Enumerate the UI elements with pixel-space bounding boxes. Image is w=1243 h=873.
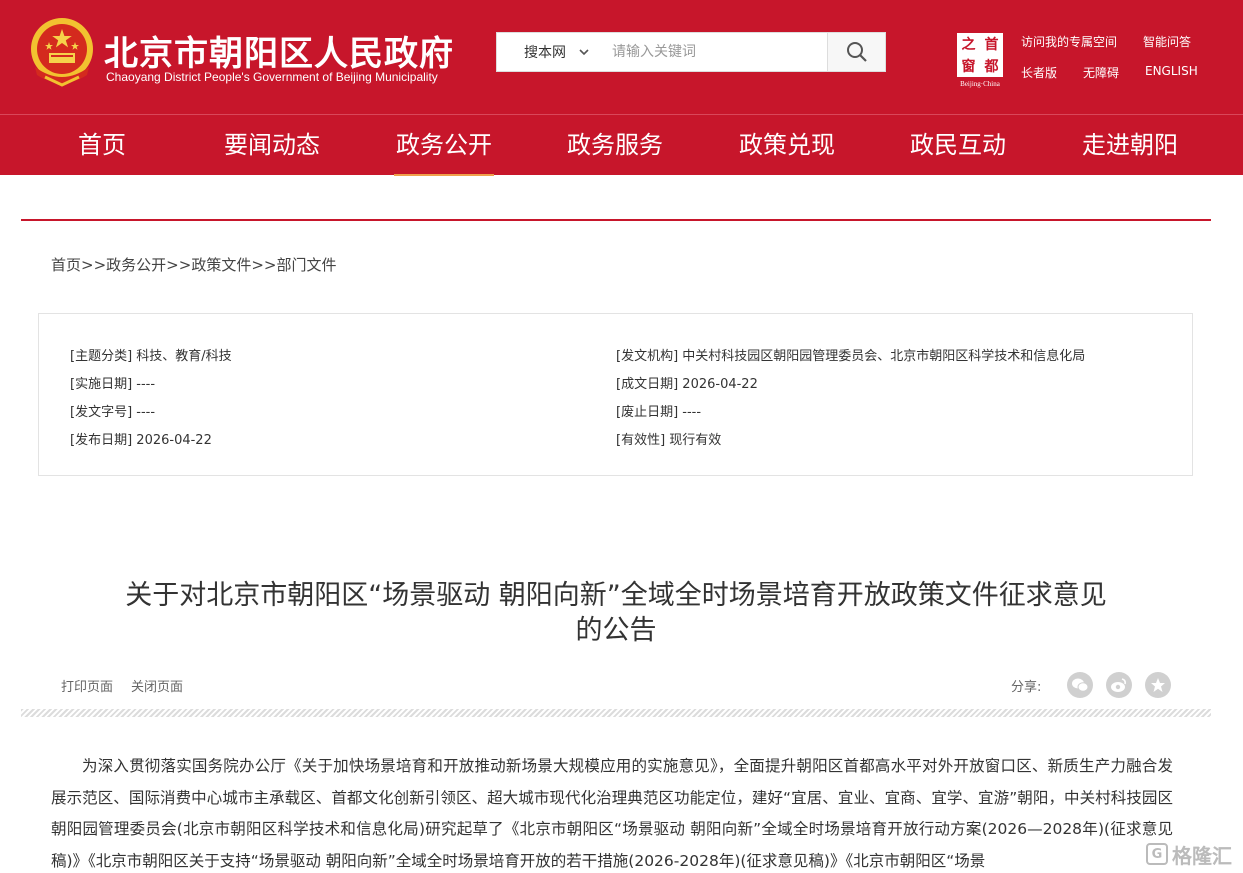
capital-logo-caption: Beijing·China — [960, 80, 1000, 88]
accessibility-link[interactable]: 无障碍 — [1083, 64, 1119, 81]
meta-value: 现行有效 — [669, 433, 722, 448]
meta-value: 2026-04-22 — [136, 433, 212, 448]
nav-item-interaction[interactable]: 政民互动 — [910, 115, 1006, 175]
search-scope-label: 搜本网 — [524, 45, 566, 61]
meta-value: ---- — [136, 405, 156, 420]
share-label: 分享: — [1011, 680, 1042, 695]
section-divider — [21, 219, 1211, 221]
wechat-icon[interactable] — [1067, 672, 1093, 698]
meta-effective-date: [实施日期] ---- — [70, 373, 155, 392]
document-meta-box: [主题分类] 科技、教育/科技 [发文机构] 中关村科技园区朝阳园管理委员会、北… — [38, 313, 1193, 476]
meta-value: ---- — [136, 377, 156, 392]
meta-key: [发布日期] — [70, 433, 133, 448]
capital-logo-char: 都 — [984, 59, 999, 75]
breadcrumb-separator: >> — [81, 256, 107, 274]
capital-window-logo[interactable]: 之 首 窗 都 Beijing·China — [952, 31, 1008, 89]
search-bar: 搜本网 — [496, 32, 886, 72]
nav-item-home[interactable]: 首页 — [78, 115, 126, 175]
nav-item-gov-services[interactable]: 政务服务 — [567, 115, 663, 175]
capital-logo-char: 首 — [984, 37, 999, 53]
meta-key: [废止日期] — [616, 405, 679, 420]
meta-doc-number: [发文字号] ---- — [70, 401, 155, 420]
meta-value: 2026-04-22 — [682, 377, 758, 392]
breadcrumb-dept-files[interactable]: 部门文件 — [276, 256, 336, 274]
watermark-logo-icon: G — [1146, 843, 1168, 865]
meta-key: [实施日期] — [70, 377, 133, 392]
wechat-glyph — [1072, 678, 1089, 692]
meta-value: 科技、教育/科技 — [136, 349, 232, 364]
breadcrumb-separator: >> — [251, 256, 277, 274]
national-emblem-icon[interactable] — [27, 15, 97, 91]
hatched-divider — [21, 709, 1211, 717]
capital-logo-char: 窗 — [961, 59, 976, 75]
print-page-link[interactable]: 打印页面 — [61, 676, 113, 695]
favorite-icon[interactable] — [1145, 672, 1171, 698]
article-title-line: 关于对北京市朝阳区“场景驱动 朝阳向新”全域全时场景培育开放政策文件征求意见 — [125, 580, 1107, 611]
search-button[interactable] — [827, 33, 885, 71]
smart-qa-link[interactable]: 智能问答 — [1143, 33, 1191, 50]
site-header: 北京市朝阳区人民政府 Chaoyang District People's Go… — [0, 0, 1243, 114]
close-page-link[interactable]: 关闭页面 — [131, 676, 183, 695]
weibo-icon[interactable] — [1106, 672, 1132, 698]
article-body-paragraph: 为深入贯彻落实国务院办公厅《关于加快场景培育和开放推动新场景大规模应用的实施意见… — [51, 757, 1173, 870]
search-scope-select[interactable]: 搜本网 — [497, 33, 607, 71]
meta-repeal-date: [废止日期] ---- — [616, 401, 701, 420]
meta-key: [有效性] — [616, 433, 666, 448]
meta-key: [发文机构] — [616, 349, 679, 364]
main-nav: 首页 要闻动态 政务公开 政务服务 政策兑现 政民互动 走进朝阳 — [0, 114, 1243, 176]
breadcrumb: 首页>>政务公开>>政策文件>>部门文件 — [51, 254, 336, 275]
meta-key: [发文字号] — [70, 405, 133, 420]
breadcrumb-gov-affairs[interactable]: 政务公开 — [106, 256, 166, 274]
search-input[interactable] — [612, 33, 827, 71]
my-space-link[interactable]: 访问我的专属空间 — [1021, 33, 1117, 50]
search-icon — [846, 42, 867, 62]
article-title: 关于对北京市朝阳区“场景驱动 朝阳向新”全域全时场景培育开放政策文件征求意见 的… — [60, 578, 1172, 648]
site-subtitle: Chaoyang District People's Government of… — [106, 70, 438, 84]
weibo-glyph — [1111, 678, 1126, 692]
site-title[interactable]: 北京市朝阳区人民政府 — [104, 26, 454, 75]
breadcrumb-policy-files[interactable]: 政策文件 — [191, 256, 251, 274]
meta-key: [成文日期] — [616, 377, 679, 392]
meta-issuer: [发文机构] 中关村科技园区朝阳园管理委员会、北京市朝阳区科学技术和信息化局 — [616, 345, 1085, 364]
meta-key: [主题分类] — [70, 349, 133, 364]
nav-item-gov-affairs[interactable]: 政务公开 — [394, 115, 494, 176]
meta-value: ---- — [682, 405, 702, 420]
elder-mode-link[interactable]: 长者版 — [1021, 64, 1057, 81]
english-link[interactable]: ENGLISH — [1145, 64, 1198, 78]
meta-created-date: [成文日期] 2026-04-22 — [616, 373, 758, 392]
nav-item-news[interactable]: 要闻动态 — [224, 115, 320, 175]
meta-value: 中关村科技园区朝阳园管理委员会、北京市朝阳区科学技术和信息化局 — [682, 349, 1086, 364]
nav-item-about[interactable]: 走进朝阳 — [1082, 115, 1178, 175]
meta-topic: [主题分类] 科技、教育/科技 — [70, 345, 232, 364]
capital-logo-char: 之 — [961, 37, 976, 53]
meta-validity: [有效性] 现行有效 — [616, 429, 721, 448]
star-glyph — [1151, 678, 1165, 692]
nav-item-policy[interactable]: 政策兑现 — [739, 115, 835, 175]
article-title-line: 的公告 — [575, 615, 657, 646]
watermark: G 格隆汇 — [1146, 840, 1232, 868]
capital-logo-box: 之 首 窗 都 — [955, 31, 1005, 79]
watermark-text: 格隆汇 — [1172, 843, 1232, 868]
meta-publish-date: [发布日期] 2026-04-22 — [70, 429, 212, 448]
chevron-down-icon — [579, 49, 589, 56]
breadcrumb-home[interactable]: 首页 — [51, 256, 81, 274]
breadcrumb-separator: >> — [166, 256, 192, 274]
